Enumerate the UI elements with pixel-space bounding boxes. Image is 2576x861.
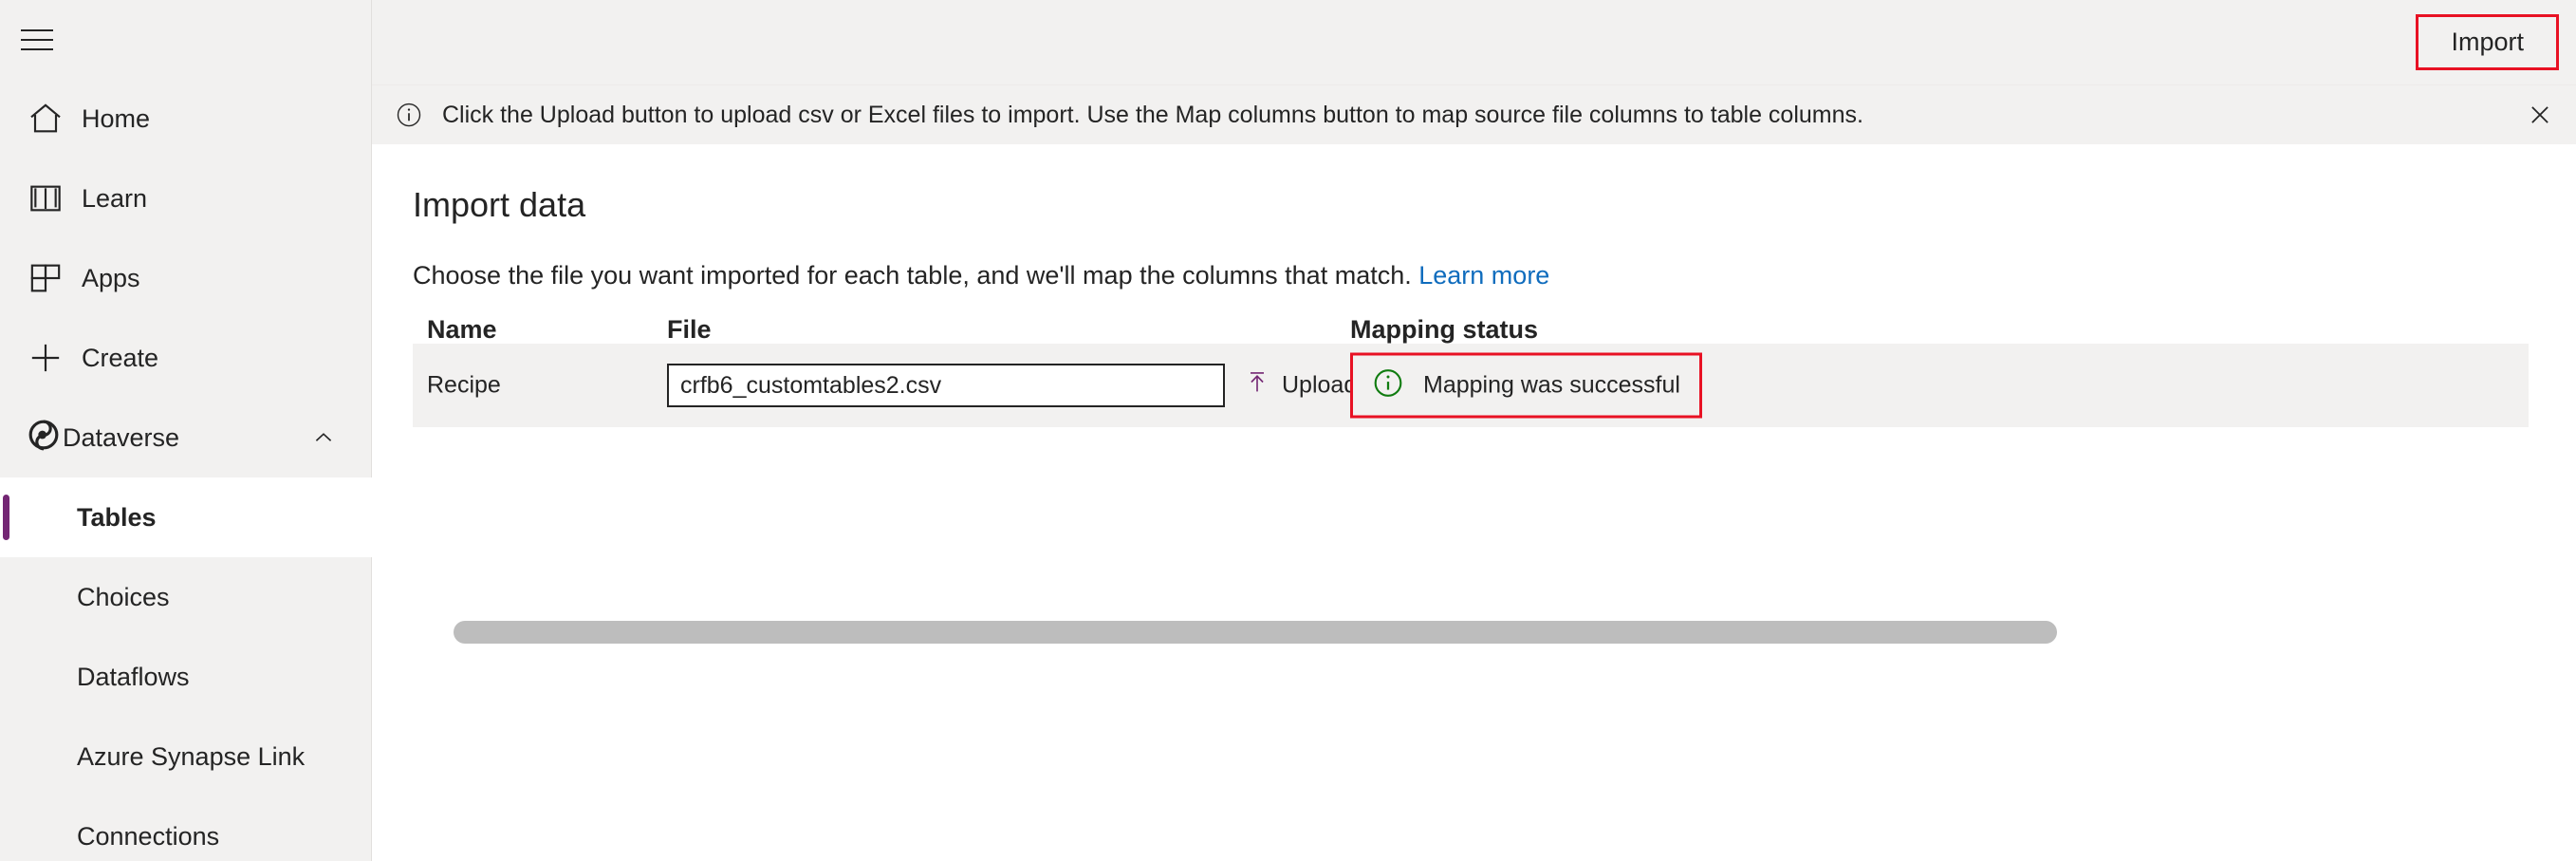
scrollbar-thumb[interactable] — [454, 621, 2057, 644]
sidebar-item-tables[interactable]: Tables — [0, 477, 372, 557]
horizontal-scrollbar[interactable] — [454, 621, 2057, 644]
sidebar-nav: Home Learn — [0, 79, 372, 861]
info-message-text: Click the Upload button to upload csv or… — [442, 103, 2523, 127]
info-message-bar: Click the Upload button to upload csv or… — [372, 84, 2576, 144]
command-bar: Import — [372, 0, 2576, 84]
chevron-up-icon[interactable] — [311, 425, 336, 450]
sidebar: Home Learn — [0, 0, 372, 861]
column-header-name: Name — [427, 317, 497, 343]
upload-button-label: Upload — [1282, 372, 1357, 400]
hamburger-line — [21, 39, 53, 41]
upload-arrow-icon — [1244, 369, 1270, 402]
sidebar-item-home[interactable]: Home — [0, 79, 372, 159]
file-name-input[interactable] — [667, 364, 1225, 407]
upload-button[interactable]: Upload — [1240, 365, 1361, 406]
info-circle-green-icon — [1372, 367, 1404, 404]
sidebar-item-label: Home — [82, 106, 150, 132]
sidebar-item-label: Tables — [77, 503, 157, 533]
import-grid: Name File Mapping status Recipe — [413, 317, 2529, 427]
sidebar-item-label: Apps — [82, 266, 140, 291]
mapping-status-text: Mapping was successful — [1423, 374, 1680, 398]
page-description: Choose the file you want imported for ea… — [413, 263, 1549, 289]
info-circle-icon — [395, 101, 423, 129]
table-row: Recipe Upload — [413, 344, 2529, 427]
sidebar-item-choices[interactable]: Choices — [0, 557, 372, 637]
app-root: Home Learn — [0, 0, 2576, 861]
dataverse-icon — [25, 416, 63, 460]
import-data-panel: Import data Choose the file you want imp… — [372, 144, 2576, 861]
book-icon — [25, 178, 66, 219]
grid-header-row: Name File Mapping status — [413, 317, 2529, 344]
sidebar-item-dataflows[interactable]: Dataflows — [0, 637, 372, 717]
learn-more-link[interactable]: Learn more — [1418, 261, 1549, 290]
page-title: Import data — [413, 188, 585, 222]
home-icon — [25, 98, 66, 140]
page-description-text: Choose the file you want imported for ea… — [413, 261, 1412, 290]
sidebar-item-azure-synapse-link[interactable]: Azure Synapse Link — [0, 717, 372, 796]
sidebar-item-connections[interactable]: Connections — [0, 796, 372, 861]
import-button[interactable]: Import — [2416, 14, 2559, 70]
column-header-mapping-status: Mapping status — [1350, 317, 1538, 343]
sidebar-item-label: Azure Synapse Link — [77, 742, 305, 772]
hamburger-icon[interactable] — [21, 21, 59, 59]
sidebar-item-apps[interactable]: Apps — [0, 238, 372, 318]
hamburger-line — [21, 48, 53, 50]
sidebar-item-label: Choices — [77, 583, 170, 612]
apps-grid-icon — [25, 257, 66, 299]
sidebar-group-dataverse[interactable]: Dataverse — [0, 398, 372, 477]
main-content: Import Click the Upload button to upload… — [372, 0, 2576, 861]
column-header-file: File — [667, 317, 712, 343]
plus-icon — [25, 337, 66, 379]
mapping-status-badge: Mapping was successful — [1350, 353, 1702, 419]
close-icon[interactable] — [2523, 98, 2557, 132]
sidebar-item-label: Connections — [77, 822, 219, 852]
sidebar-item-learn[interactable]: Learn — [0, 159, 372, 238]
sidebar-item-label: Learn — [82, 186, 147, 212]
sidebar-group-label: Dataverse — [63, 423, 179, 453]
row-table-name: Recipe — [427, 374, 501, 398]
sidebar-item-label: Create — [82, 346, 158, 371]
hamburger-line — [21, 29, 53, 31]
sidebar-item-create[interactable]: Create — [0, 318, 372, 398]
sidebar-item-label: Dataflows — [77, 663, 190, 692]
